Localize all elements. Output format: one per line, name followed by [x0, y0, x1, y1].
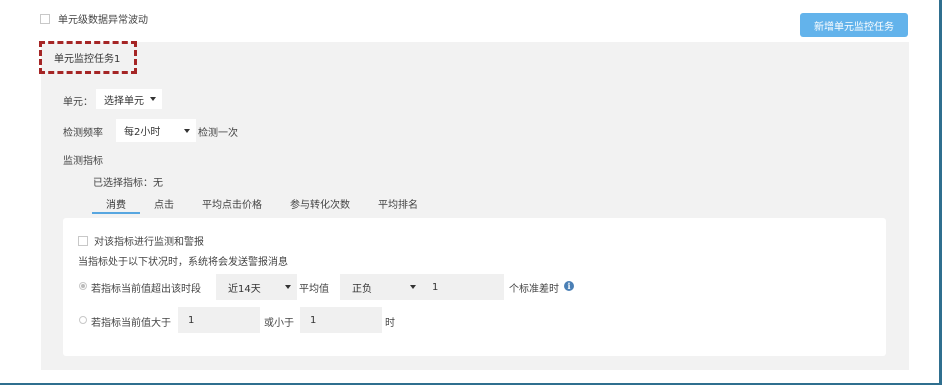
avg-label: 平均值 [299, 284, 329, 295]
tab-consumption[interactable]: 消费 [92, 190, 140, 214]
chevron-down-icon [410, 285, 416, 289]
task-title-highlight: 单元监控任务1 [39, 41, 137, 74]
unit-select-value: 选择单元 [104, 95, 144, 107]
chevron-down-icon [184, 128, 190, 133]
anomaly-checkbox[interactable] [40, 13, 50, 24]
chevron-down-icon [150, 97, 156, 101]
rule2-prefix: 若指标当前值大于 [91, 318, 171, 329]
unit-select[interactable]: 选择单元 [96, 89, 162, 109]
condition-text: 当指标处于以下状况时，系统将会发送警报消息 [78, 257, 288, 268]
enable-monitor-row[interactable]: 对该指标进行监测和警报 [78, 233, 204, 248]
tab-conversions[interactable]: 参与转化次数 [276, 190, 364, 214]
less-than-input[interactable]: 1 [300, 307, 382, 333]
tab-avg-click-price[interactable]: 平均点击价格 [188, 190, 276, 214]
greater-than-value: 1 [188, 314, 195, 326]
enable-monitor-label: 对该指标进行监测和警报 [94, 237, 204, 248]
stddev-value: 1 [432, 281, 439, 293]
anomaly-toggle-row[interactable]: 单元级数据异常波动 [40, 11, 148, 26]
period-value: 近14天 [228, 283, 261, 295]
stddev-input[interactable]: 1 [422, 274, 504, 300]
metric-tabs: 消费 点击 平均点击价格 参与转化次数 平均排名 [92, 190, 432, 214]
or-less-label: 或小于 [264, 318, 294, 329]
less-than-value: 1 [310, 314, 317, 326]
task-title: 单元监控任务1 [54, 54, 121, 65]
rule2-radio[interactable] [79, 316, 87, 324]
rule2-suffix: 时 [385, 318, 395, 329]
tab-clicks[interactable]: 点击 [140, 190, 188, 214]
unit-label: 单元： [63, 97, 93, 108]
anomaly-label: 单元级数据异常波动 [58, 15, 148, 26]
direction-select[interactable]: 正负 [340, 274, 422, 300]
rule1-prefix: 若指标当前值超出该时段 [91, 284, 201, 295]
selected-metrics: 已选择指标：无 [93, 178, 163, 189]
greater-than-input[interactable]: 1 [178, 307, 260, 333]
metric-label: 监测指标 [63, 156, 103, 167]
tab-avg-rank[interactable]: 平均排名 [364, 190, 432, 214]
rule1-suffix: 个标准差时 [509, 284, 559, 295]
frequency-label: 检测频率 [63, 128, 103, 139]
chevron-down-icon [285, 285, 291, 289]
rule1-radio[interactable] [79, 282, 87, 290]
period-select[interactable]: 近14天 [216, 274, 297, 300]
info-icon[interactable]: i [564, 281, 574, 291]
add-unit-task-button[interactable]: 新增单元监控任务 [800, 13, 908, 37]
direction-value: 正负 [352, 283, 372, 295]
enable-monitor-checkbox[interactable] [78, 235, 88, 246]
frequency-value: 每2小时 [124, 127, 161, 138]
frequency-select[interactable]: 每2小时 [116, 119, 196, 142]
frequency-suffix: 检测一次 [198, 128, 238, 139]
